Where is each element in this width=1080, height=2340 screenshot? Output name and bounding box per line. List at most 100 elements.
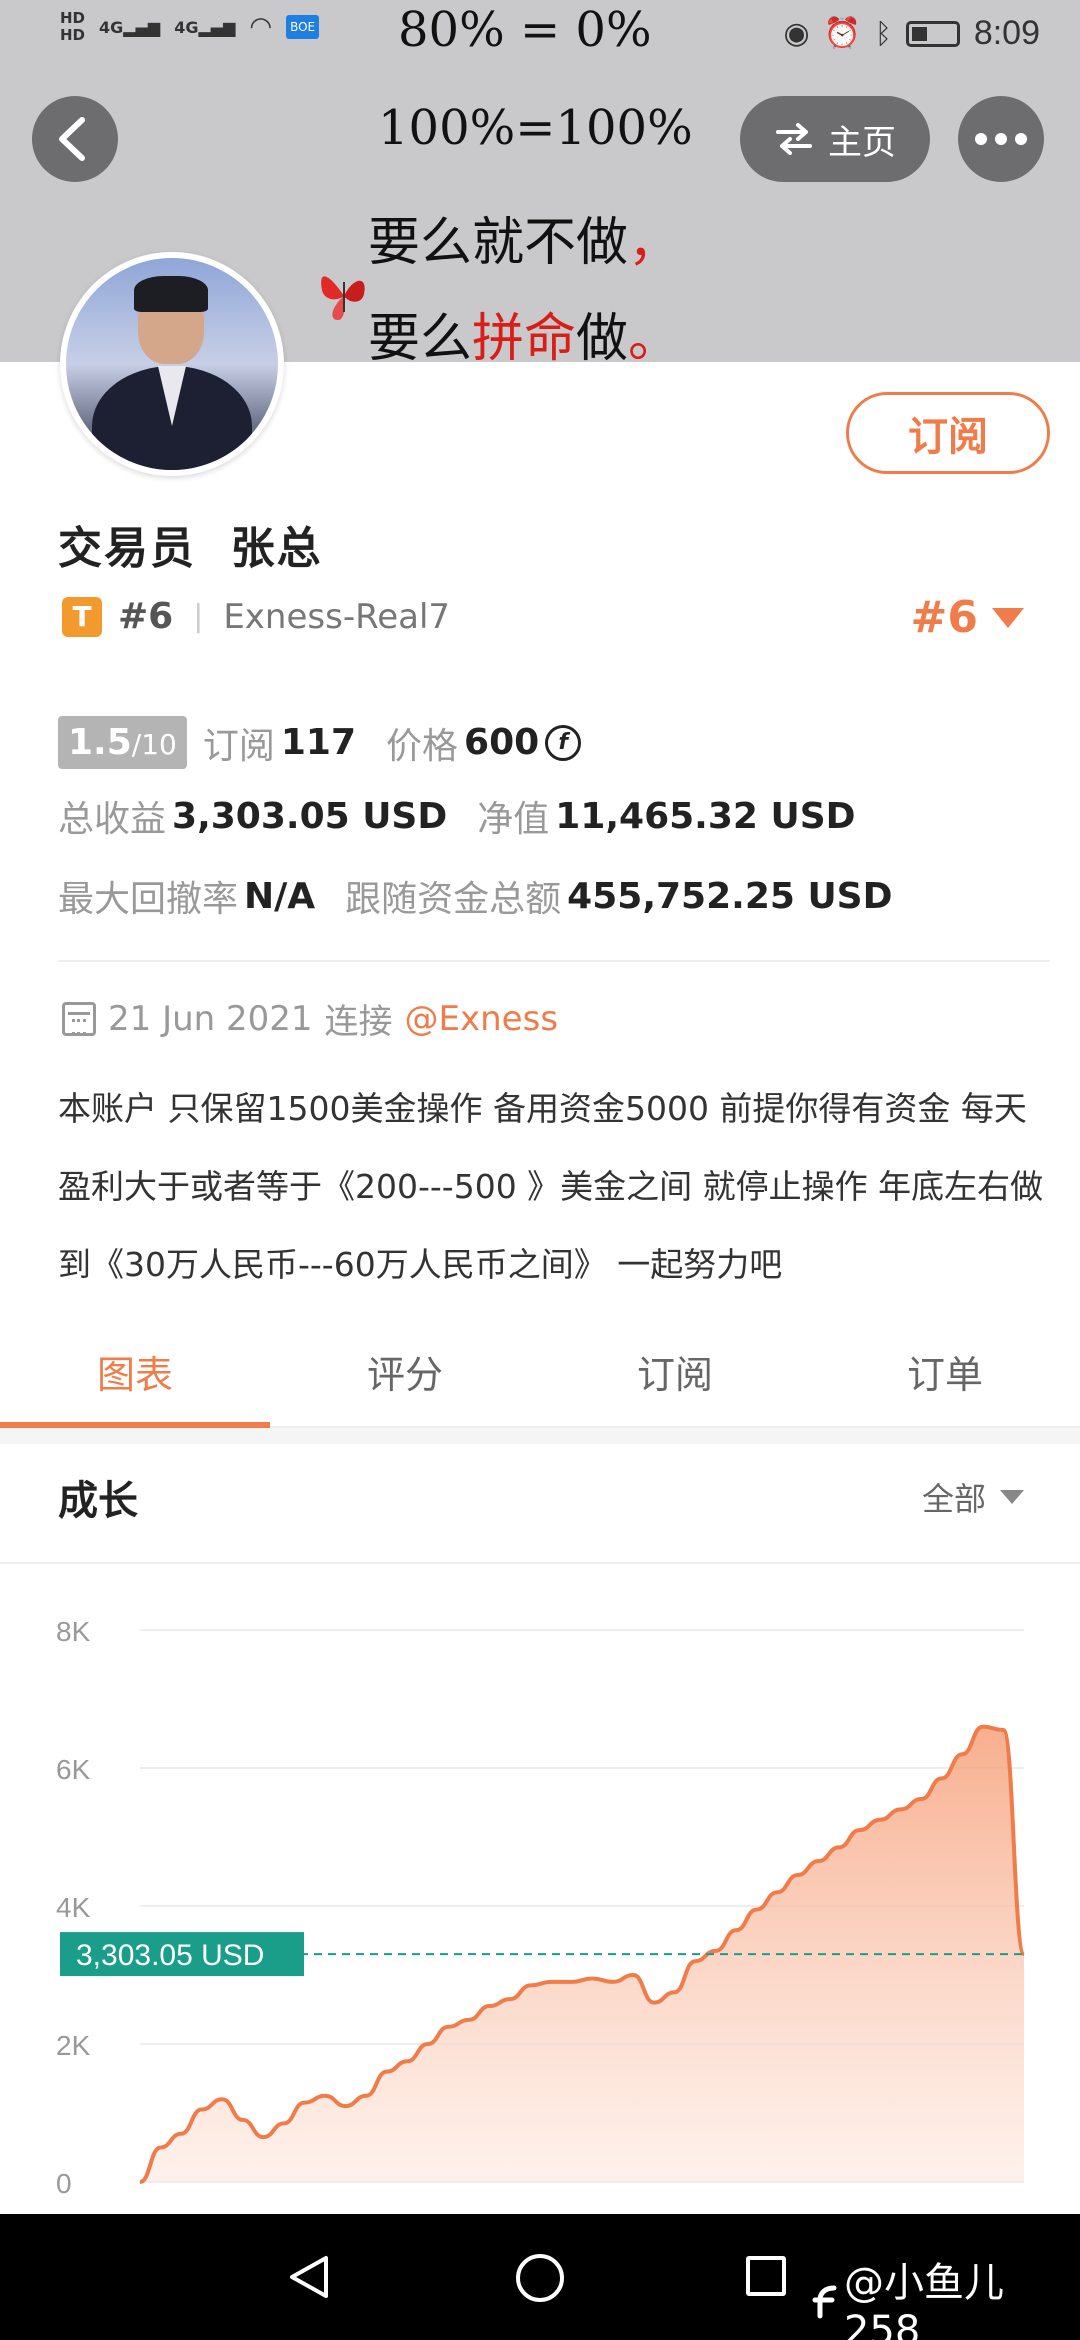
rank-row: T #6 | Exness-Real7 — [62, 596, 450, 637]
motto-line-4-highlight: 拼命 — [472, 309, 577, 362]
data-point — [900, 1808, 902, 1810]
motto-line-3-text: 要么就不做 — [368, 213, 629, 273]
rank-text: #6 — [118, 596, 174, 637]
motto-line-4-c: 做 — [576, 309, 629, 362]
motto-line-4: 要么拼命做。 — [368, 296, 680, 362]
connection-row: 21 Jun 2021 连接 @Exness — [62, 994, 558, 1043]
more-dot-icon — [975, 133, 987, 145]
account-description: 本账户 只保留1500美金操作 备用资金5000 前提你得有资金 每天盈利大于或… — [58, 1089, 1044, 1284]
tab-chart[interactable]: 图表 — [0, 1330, 270, 1428]
subscribe-count: 117 — [280, 722, 357, 763]
data-point — [262, 2136, 264, 2138]
data-point — [715, 1950, 717, 1952]
data-point — [345, 2105, 347, 2107]
back-button[interactable] — [32, 96, 118, 182]
data-point — [242, 2119, 244, 2121]
data-point — [365, 2095, 367, 2097]
home-button-label: 主页 — [828, 122, 896, 163]
data-point — [509, 1998, 511, 2000]
battery-icon — [905, 20, 960, 47]
section-separator — [0, 1428, 1080, 1444]
data-point — [653, 2002, 655, 2004]
clock-time: 8:09 — [973, 14, 1040, 52]
rank-dropdown-label: #6 — [910, 592, 978, 643]
motto-line-2: 100%=100% — [378, 100, 693, 156]
data-point — [838, 1846, 840, 1848]
rank-dropdown[interactable]: #6 — [911, 592, 1024, 643]
watermark-text: @小鱼儿258 — [843, 2260, 1004, 2340]
status-left: HD HD 4G▂▄▆ 4G▂▄▆ ◠ BOE — [60, 10, 320, 44]
tab-orders[interactable]: 订单 — [810, 1330, 1080, 1426]
home-button[interactable]: 主页 — [740, 96, 930, 182]
coin-icon: f — [545, 724, 582, 761]
total-profit-label: 总收益 — [58, 799, 167, 840]
data-point — [139, 2181, 141, 2183]
score-badge: 1.5/10 — [58, 716, 187, 769]
more-dot-icon — [1015, 133, 1027, 145]
data-point — [1002, 1729, 1004, 1731]
nav-home-icon[interactable] — [516, 2254, 564, 2302]
hd1-text: HD — [60, 9, 86, 27]
nav-back-icon[interactable] — [286, 2254, 330, 2300]
broker-link[interactable]: @Exness — [405, 999, 559, 1039]
avatar[interactable] — [60, 252, 284, 476]
data-point — [468, 2019, 470, 2021]
hd-indicator: HD HD — [60, 10, 85, 44]
system-nav-bar: @小鱼儿258 — [0, 2214, 1080, 2340]
y-tick-label: 2K — [56, 2030, 91, 2061]
divider — [58, 960, 1050, 962]
data-point — [571, 1981, 573, 1983]
avatar-hair — [134, 276, 208, 312]
data-point — [1023, 1953, 1025, 1955]
motto-line-4-a: 要么 — [368, 309, 473, 362]
data-point — [859, 1829, 861, 1831]
total-profit-value: 3,303.05 USD — [172, 795, 448, 837]
equity-value: 11,465.32 USD — [555, 795, 856, 837]
score-value: 1.5 — [68, 722, 132, 763]
data-point — [591, 1977, 593, 1979]
tab-rating[interactable]: 评分 — [270, 1330, 540, 1426]
net2-text: 4G — [174, 17, 199, 37]
butterfly-icon — [321, 276, 365, 320]
more-options-button[interactable] — [958, 96, 1044, 182]
tab-bar: 图表 评分 订阅 订单 — [0, 1330, 1080, 1428]
caret-down-icon — [992, 607, 1024, 628]
trader-name: 交易员 张总 — [58, 523, 323, 574]
growth-chart: 0 2K 4K 6K 8K 3,303.05 USD — [56, 1616, 1026, 2199]
separator: | — [193, 599, 204, 634]
follow-total-label: 跟随资金总额 — [345, 879, 562, 920]
price-label: 价格 — [386, 725, 459, 767]
current-value-label: 3,303.05 USD — [76, 1939, 264, 1972]
account-name: Exness-Real7 — [223, 596, 451, 637]
eye-icon: ◉ — [783, 16, 810, 51]
stats-row-1: 1.5/10 订阅 117 价格 600 f — [58, 716, 582, 769]
data-point — [160, 2147, 162, 2148]
more-dot-icon — [995, 133, 1007, 145]
data-point — [694, 1960, 696, 1962]
stats-row-2: 总收益 3,303.05 USD 净值 11,465.32 USD — [58, 790, 856, 842]
calendar-icon — [62, 1001, 96, 1036]
tab-subscriptions[interactable]: 订阅 — [540, 1330, 810, 1426]
data-point — [797, 1874, 799, 1876]
equity-label: 净值 — [477, 799, 550, 840]
follow-total-value: 455,752.25 USD — [567, 875, 893, 917]
caret-down-icon — [1000, 1490, 1024, 1504]
weibo-logo-icon — [812, 2285, 837, 2319]
y-tick-label: 8K — [56, 1616, 91, 1647]
data-point — [632, 1974, 634, 1976]
subscribe-button[interactable]: 订阅 — [846, 392, 1050, 474]
data-point — [612, 1981, 614, 1983]
nav-recents-icon[interactable] — [746, 2256, 786, 2296]
data-point — [324, 2095, 326, 2097]
avatar-image — [66, 258, 278, 470]
data-point — [406, 2060, 408, 2062]
data-point — [674, 1991, 676, 1993]
tier-badge: T — [62, 596, 102, 637]
data-point — [941, 1777, 943, 1779]
bluetooth-icon: ᛒ — [875, 17, 892, 50]
data-point — [221, 2098, 223, 2100]
drawdown-label: 最大回撤率 — [58, 879, 239, 920]
boe-icon: BOE — [286, 15, 320, 39]
range-filter-dropdown[interactable]: 全部 — [922, 1474, 1024, 1520]
range-filter-label: 全部 — [921, 1480, 986, 1518]
